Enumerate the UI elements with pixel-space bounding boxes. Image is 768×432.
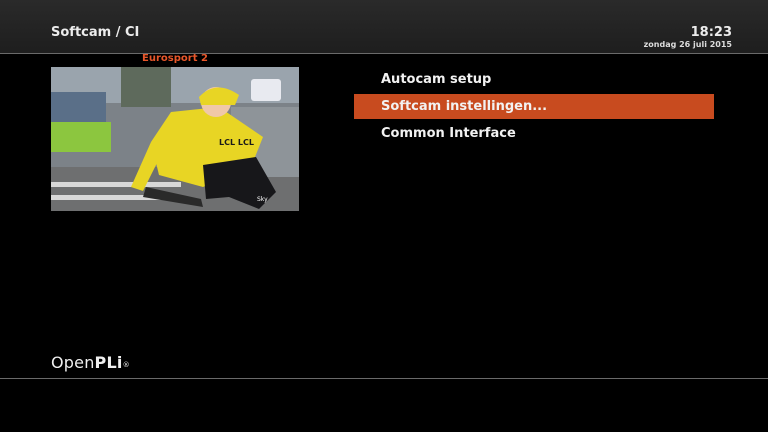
settings-menu: Autocam setup Softcam instellingen... Co… <box>354 67 714 148</box>
header-bar: Softcam / CI 18:23 zondag 26 juli 2015 <box>0 0 768 54</box>
menu-item-autocam-setup[interactable]: Autocam setup <box>354 67 714 92</box>
date-label: zondag 26 juli 2015 <box>643 40 732 49</box>
jersey-text: LCL LCL <box>219 138 254 147</box>
menu-item-common-interface[interactable]: Common Interface <box>354 121 714 146</box>
channel-name: Eurosport 2 <box>142 53 208 64</box>
cyclist-video-frame: LCL LCL Sky <box>51 67 299 211</box>
broadcaster-logo <box>251 79 281 101</box>
screen-title: Softcam / CI <box>51 25 140 40</box>
openpli-logo: OpenPLi® <box>51 353 130 372</box>
sponsor-text: Sky <box>257 196 268 203</box>
logo-text-bold: PLi <box>94 353 123 372</box>
clock: 18:23 <box>690 25 732 40</box>
menu-item-softcam-settings[interactable]: Softcam instellingen... <box>354 94 714 119</box>
logo-registered-mark: ® <box>122 361 130 369</box>
logo-text-regular: Open <box>51 353 95 372</box>
footer-divider <box>0 378 768 379</box>
tv-preview: LCL LCL Sky <box>51 67 299 211</box>
